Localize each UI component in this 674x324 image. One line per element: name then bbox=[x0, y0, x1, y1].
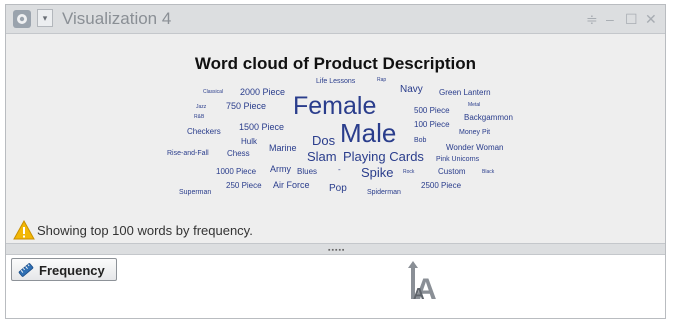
cloud-word[interactable]: R&B bbox=[194, 115, 204, 120]
close-icon[interactable]: ✕ bbox=[645, 10, 657, 28]
minimize-icon[interactable]: ‒ bbox=[606, 10, 614, 28]
cloud-word[interactable]: Playing Cards bbox=[343, 150, 424, 163]
cloud-word[interactable]: Life Lessons bbox=[316, 78, 355, 85]
visualization-menu-caret[interactable]: ▾ bbox=[37, 9, 53, 27]
cloud-word[interactable]: Male bbox=[340, 120, 396, 146]
cloud-word[interactable]: 100 Piece bbox=[414, 121, 450, 129]
cloud-word[interactable]: Dos bbox=[312, 134, 335, 147]
cloud-word[interactable]: Checkers bbox=[187, 128, 221, 136]
ruler-icon bbox=[18, 263, 34, 282]
cloud-word[interactable]: Pop bbox=[329, 184, 347, 194]
notice-text: Showing top 100 words by frequency. bbox=[37, 223, 253, 238]
cloud-word[interactable]: Marine bbox=[269, 144, 297, 153]
cloud-word[interactable]: Money Pit bbox=[459, 129, 490, 136]
cloud-word[interactable]: Jazz bbox=[196, 105, 206, 110]
cloud-word[interactable]: Rise-and-Fall bbox=[167, 150, 209, 157]
panel-menu-icon[interactable]: ≑ bbox=[586, 10, 598, 28]
cloud-word[interactable]: 250 Piece bbox=[226, 182, 262, 190]
cloud-word[interactable]: 1000 Piece bbox=[216, 168, 256, 176]
panel-splitter[interactable]: ▪▪▪▪▪ bbox=[6, 243, 665, 255]
cloud-word[interactable]: Hulk bbox=[241, 138, 257, 146]
cloud-title: Word cloud of Product Description bbox=[194, 54, 477, 73]
window-title: Visualization 4 bbox=[62, 9, 172, 28]
cloud-word[interactable]: Rap bbox=[377, 78, 386, 83]
cloud-word[interactable]: Spiderman bbox=[367, 189, 401, 196]
text-size-letter: A bbox=[413, 286, 425, 303]
cloud-word[interactable]: Wonder Woman bbox=[446, 144, 504, 152]
visualization-type-icon[interactable] bbox=[13, 10, 31, 28]
cloud-word[interactable]: Rock bbox=[403, 170, 414, 175]
cloud-word[interactable]: Air Force bbox=[273, 181, 310, 190]
visualization-panel: ▾ Visualization 4 ≑ ‒ ☐ ✕ Word cloud of … bbox=[5, 4, 666, 319]
cloud-word[interactable]: 2500 Piece bbox=[421, 182, 461, 190]
word-cloud-canvas: Word cloud of Product Description Life L… bbox=[6, 34, 665, 243]
cloud-word[interactable]: Backgammon bbox=[464, 114, 513, 122]
cloud-word[interactable]: Custom bbox=[438, 168, 466, 176]
cloud-word[interactable]: Black bbox=[482, 170, 494, 175]
cloud-word[interactable]: Army bbox=[270, 165, 291, 174]
frequency-button[interactable]: Frequency bbox=[11, 258, 117, 281]
title-bar: ▾ Visualization 4 ≑ ‒ ☐ ✕ bbox=[6, 5, 665, 34]
cloud-word[interactable]: Female bbox=[293, 94, 376, 119]
cloud-word[interactable]: 750 Piece bbox=[226, 102, 266, 111]
cloud-word[interactable]: Blues bbox=[297, 168, 317, 176]
cloud-word[interactable]: 500 Piece bbox=[414, 107, 450, 115]
warning-icon bbox=[13, 219, 35, 245]
cloud-word[interactable]: Slam bbox=[307, 150, 337, 163]
cloud-word[interactable]: Pink Unicorns bbox=[436, 156, 479, 163]
cloud-word[interactable]: Navy bbox=[400, 85, 423, 95]
cloud-word[interactable]: 2000 Piece bbox=[240, 88, 285, 97]
cloud-word[interactable]: Metal bbox=[468, 103, 480, 108]
cloud-word[interactable]: Spike bbox=[361, 166, 394, 179]
maximize-icon[interactable]: ☐ bbox=[625, 10, 638, 28]
cloud-word[interactable]: Chess bbox=[227, 150, 250, 158]
cloud-word[interactable]: Bob bbox=[414, 137, 426, 144]
cloud-word[interactable]: Classical bbox=[203, 90, 223, 95]
cloud-word[interactable]: Superman bbox=[179, 189, 211, 196]
text-size-icon: A A bbox=[405, 259, 445, 308]
frequency-button-label: Frequency bbox=[39, 263, 105, 278]
cloud-word[interactable]: 1500 Piece bbox=[239, 123, 284, 132]
splitter-grip-icon[interactable]: ▪▪▪▪▪ bbox=[328, 247, 345, 254]
cloud-word[interactable]: Green Lantern bbox=[439, 89, 491, 97]
cloud-word[interactable]: - bbox=[338, 166, 341, 174]
